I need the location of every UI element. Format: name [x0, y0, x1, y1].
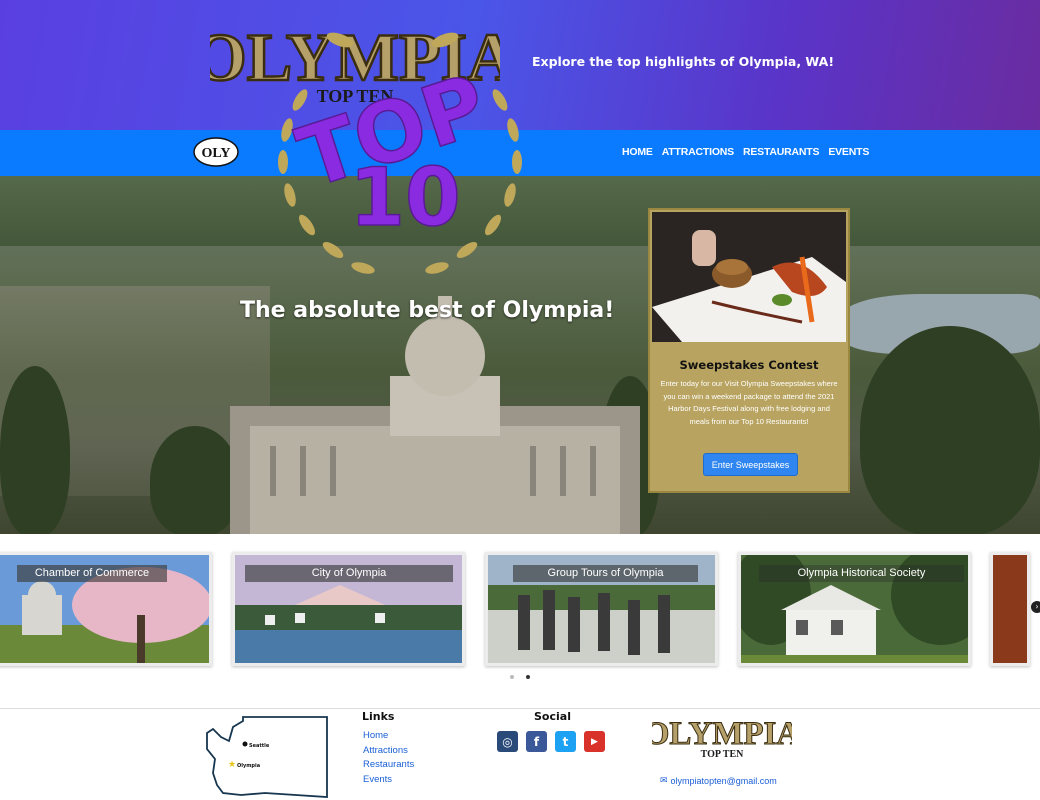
carousel-card-label: Group Tours of Olympia [513, 565, 698, 582]
carousel-card-label: Chamber of Commerce [17, 565, 167, 582]
carousel-card-label: Olympia Historical Society [759, 565, 964, 582]
nav-logo-text: OLY [201, 146, 230, 161]
hero-title: The absolute best of Olympia! [240, 298, 615, 323]
carousel-card-label: City of Olympia [245, 565, 453, 582]
footer-social-title: Social [534, 710, 571, 723]
twitter-icon[interactable]: t [555, 731, 576, 752]
hero-tree [860, 326, 1040, 534]
carousel-card-chamber[interactable]: Chamber of Commerce [0, 552, 212, 666]
footer-link-restaurants[interactable]: Restaurants [363, 759, 414, 770]
envelope-icon: ✉ [660, 775, 668, 785]
top10-badge-number: 10 [349, 151, 460, 244]
footer-link-attractions[interactable]: Attractions [363, 745, 408, 756]
footer-links-title: Links [362, 710, 395, 723]
carousel-card-partial[interactable] [990, 552, 1030, 666]
nav-attractions[interactable]: ATTRACTIONS [662, 146, 734, 158]
footer-link-home[interactable]: Home [363, 730, 388, 741]
washington-map: Seattle ★ Olympia [206, 716, 328, 798]
facebook-icon[interactable]: f [526, 731, 547, 752]
nav-events[interactable]: EVENTS [828, 146, 869, 158]
sweepstakes-title: Sweepstakes Contest [679, 358, 819, 372]
carousel-card-city[interactable]: City of Olympia [232, 552, 465, 666]
footer-divider [0, 708, 1040, 709]
carousel-next-button[interactable]: › [1031, 601, 1040, 613]
hero-tree [0, 366, 70, 534]
hero-tree [150, 426, 240, 534]
nav-logo[interactable]: OLY [193, 137, 239, 167]
capitol-building [230, 296, 640, 534]
footer-link-events[interactable]: Events [363, 774, 392, 785]
sweepstakes-card: Sweepstakes Contest Enter today for our … [648, 208, 850, 493]
nav-home[interactable]: HOME [622, 146, 653, 158]
footer-logo[interactable]: OLYMPIA TOP TEN [652, 712, 792, 762]
footer-logo-text: OLYMPIA [652, 716, 792, 752]
header-tagline: Explore the top highlights of Olympia, W… [532, 54, 835, 69]
carousel-dot-active[interactable] [526, 675, 530, 679]
nav-menu: HOME ATTRACTIONS RESTAURANTS EVENTS [622, 146, 869, 158]
map-label-olympia: Olympia [237, 763, 260, 769]
footer-logo-subtext: TOP TEN [701, 749, 744, 760]
carousel-pagination [510, 675, 530, 679]
nav-restaurants[interactable]: RESTAURANTS [743, 146, 820, 158]
youtube-icon[interactable]: ▶ [584, 731, 605, 752]
sweepstakes-description: Enter today for our Visit Olympia Sweeps… [660, 379, 838, 426]
instagram-icon[interactable]: ◎ [497, 731, 518, 752]
footer-email-text: olympiatopten@gmail.com [670, 775, 777, 786]
footer-email[interactable]: ✉ olympiatopten@gmail.com [660, 775, 777, 786]
carousel-card-historical[interactable]: Olympia Historical Society [738, 552, 971, 666]
footer-links: Home Attractions Restaurants Events [363, 729, 414, 787]
top10-badge: TOP 10 [278, 32, 522, 274]
carousel-dot[interactable] [510, 675, 514, 679]
map-label-seattle: Seattle [249, 743, 270, 749]
enter-sweepstakes-button[interactable]: Enter Sweepstakes [703, 453, 798, 476]
carousel-card-tours[interactable]: Group Tours of Olympia [485, 552, 718, 666]
map-star-olympia: ★ [228, 760, 236, 770]
sweepstakes-food-image [652, 212, 846, 342]
